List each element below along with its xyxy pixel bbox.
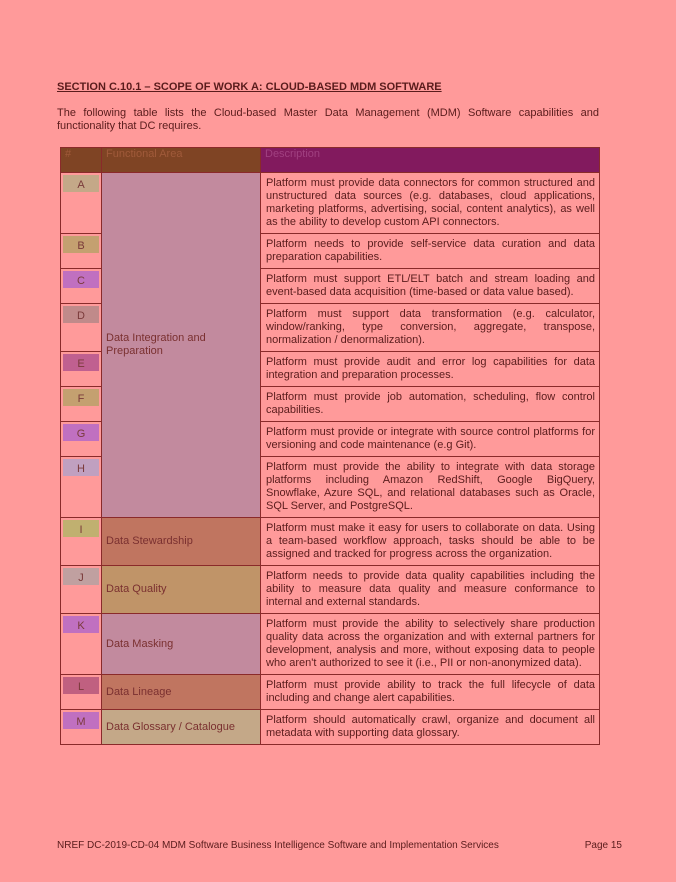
section-title: SECTION C.10.1 – SCOPE OF WORK A: CLOUD-… (57, 81, 442, 93)
row-id-cell: D (60, 303, 102, 352)
requirement-description: Platform must support data transformatio… (260, 303, 600, 352)
header-description: Description (260, 147, 600, 173)
page-number: Page 15 (584, 840, 622, 851)
requirement-description: Platform must provide the ability to int… (260, 456, 600, 518)
row-id: M (63, 712, 99, 729)
row-id-cell: C (60, 268, 102, 304)
row-id: I (63, 520, 99, 537)
row-id-cell: A (60, 172, 102, 234)
table-header-row: # Functional Area Description (60, 147, 600, 173)
requirement-description: Platform must support ETL/ELT batch and … (260, 268, 600, 304)
table-row: A Data Integration and Preparation Platfor… (60, 172, 600, 518)
header-functional-area: Functional Area (101, 147, 261, 173)
functional-area: Data Integration and Preparation (101, 172, 261, 518)
row-id: K (63, 616, 99, 633)
row-id: G (63, 424, 99, 441)
row-id-cell: E (60, 351, 102, 387)
row-id: F (63, 389, 99, 406)
row-id: E (63, 354, 99, 371)
row-id: A (63, 175, 99, 192)
row-id: L (63, 677, 99, 694)
functional-area: Data Glossary / Catalogue (101, 709, 261, 745)
table-row: K Data Masking Platform must provide the a… (60, 613, 600, 675)
requirement-description: Platform should automatically crawl, org… (260, 709, 600, 745)
row-id-cell: I (60, 517, 102, 566)
page-footer: NREF DC-2019-CD-04 MDM Software Business… (57, 840, 622, 851)
intro-paragraph: The following table lists the Cloud-base… (57, 107, 599, 132)
table-row: I Data Stewardship Platform must make it e… (60, 517, 600, 566)
requirement-description: Platform must provide data connectors fo… (260, 172, 600, 234)
functional-area: Data Stewardship (101, 517, 261, 566)
row-id-cell: K (60, 613, 102, 675)
functional-area: Data Masking (101, 613, 261, 675)
row-id-cell: G (60, 421, 102, 457)
table-row: L Data Lineage Platform must provide abili… (60, 674, 600, 710)
row-id: B (63, 236, 99, 253)
requirement-description: Platform must provide audit and error lo… (260, 351, 600, 387)
row-id-cell: F (60, 386, 102, 422)
table-row: J Data Quality Platform needs to provide d… (60, 565, 600, 614)
functional-area: Data Quality (101, 565, 261, 614)
requirements-table: # Functional Area Description A Data Inte… (60, 147, 600, 745)
footer-reference: NREF DC-2019-CD-04 MDM Software Business… (57, 840, 499, 851)
requirement-description: Platform must make it easy for users to … (260, 517, 600, 566)
header-id: # (60, 147, 102, 173)
requirement-description: Platform needs to provide data quality c… (260, 565, 600, 614)
functional-area: Data Lineage (101, 674, 261, 710)
requirement-description: Platform needs to provide self-service d… (260, 233, 600, 269)
row-id-cell: B (60, 233, 102, 269)
row-id: H (63, 459, 99, 476)
row-id: C (63, 271, 99, 288)
requirement-description: Platform must provide or integrate with … (260, 421, 600, 457)
row-id: D (63, 306, 99, 323)
row-id-cell: H (60, 456, 102, 518)
table-row: M Data Glossary / Catalogue Platform shoul… (60, 709, 600, 745)
requirement-description: Platform must provide job automation, sc… (260, 386, 600, 422)
requirement-description: Platform must provide the ability to sel… (260, 613, 600, 675)
row-id-cell: L (60, 674, 102, 710)
row-id-cell: M (60, 709, 102, 745)
row-id: J (63, 568, 99, 585)
requirement-description: Platform must provide ability to track t… (260, 674, 600, 710)
row-id-cell: J (60, 565, 102, 614)
table-body: A Data Integration and Preparation Platfor… (60, 172, 600, 745)
